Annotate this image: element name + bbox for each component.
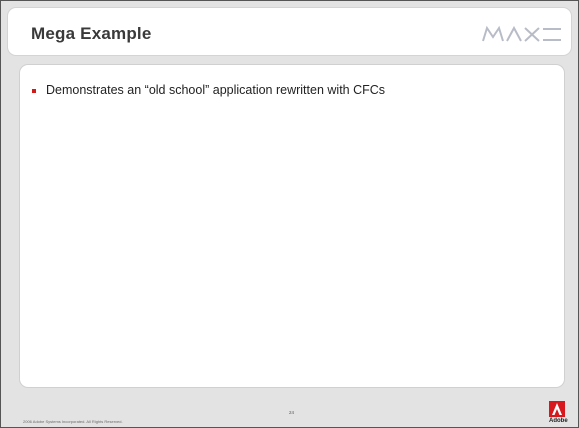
presentation-slide: Mega Example Demonstrates an “old school… — [0, 0, 579, 428]
adobe-mark-icon — [549, 401, 565, 417]
adobe-logo-icon: Adobe — [549, 401, 568, 427]
bullet-text: Demonstrates an “old school” application… — [46, 83, 386, 97]
bullet-item: Demonstrates an “old school” application… — [32, 83, 385, 97]
content-area: Demonstrates an “old school” application… — [20, 65, 564, 387]
adobe-wordmark: Adobe — [549, 418, 568, 424]
slide-title: Mega Example — [31, 24, 152, 43]
page-number: 24 — [289, 410, 295, 415]
max-logo-icon — [482, 25, 561, 42]
footer-copyright: 2006 Adobe Systems Incorporated. All Rig… — [23, 419, 123, 424]
bullet-icon — [32, 88, 36, 93]
title-bar: Mega Example — [8, 8, 571, 55]
